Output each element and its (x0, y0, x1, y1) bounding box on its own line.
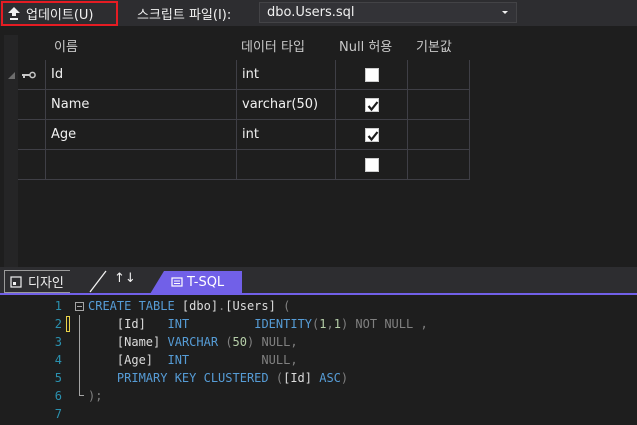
update-arrow-icon (8, 6, 20, 21)
allow-null-checkbox[interactable] (364, 157, 379, 172)
table-row[interactable]: Age int (0, 120, 470, 150)
allow-null-checkbox[interactable] (364, 67, 379, 82)
script-file-label: 스크립트 파일(I): (137, 8, 232, 23)
column-header-type[interactable]: 데이터 타입 (237, 32, 336, 58)
design-view-icon (10, 275, 22, 288)
column-header-name[interactable]: 이름 (46, 32, 237, 58)
designer-toolbar: 업데이트(U) 스크립트 파일(I): dbo.Users.sql (0, 0, 637, 26)
code-line: 1 CREATE TABLE [dbo].[Users] ( (0, 297, 637, 315)
columns-grid: 이름 데이터 타입 Null 허용 기본값 Id int Name varcha… (0, 27, 637, 271)
row-header[interactable] (18, 150, 46, 180)
row-header[interactable] (18, 60, 46, 90)
line-number: 5 (54, 371, 62, 385)
cell-data-type[interactable]: int (237, 60, 336, 90)
line-number: 4 (54, 353, 62, 367)
column-header-allow-null[interactable]: Null 허용 (336, 32, 408, 58)
change-marker (66, 316, 70, 332)
code-line: 2 [Id] INT IDENTITY(1,1) NOT NULL , (0, 315, 637, 333)
primary-key-icon (22, 71, 36, 78)
update-button[interactable]: 업데이트(U) (1, 1, 118, 26)
code-text: CREATE TABLE [dbo].[Users] ( (88, 299, 291, 313)
column-header-default[interactable]: 기본값 (408, 32, 470, 58)
swap-panes-button[interactable]: ↑↓ (114, 271, 136, 286)
fold-guide (79, 315, 80, 333)
line-number: 3 (54, 335, 62, 349)
table-row[interactable]: Name varchar(50) (0, 90, 470, 120)
row-header[interactable] (18, 90, 46, 120)
cell-default[interactable] (408, 90, 470, 120)
grid-header-row: 이름 데이터 타입 Null 허용 기본값 (0, 32, 466, 58)
cell-default[interactable] (408, 150, 470, 180)
code-text: [Id] INT IDENTITY(1,1) NOT NULL , (116, 317, 428, 331)
script-file-value: dbo.Users.sql (267, 5, 355, 20)
cell-column-name[interactable]: Name (46, 90, 237, 120)
view-tabs-bar: 디자인 ↑↓ T-SQL (0, 267, 637, 295)
fold-end-guide (79, 387, 84, 396)
table-row-new[interactable] (0, 150, 470, 180)
cell-data-type[interactable]: int (237, 120, 336, 150)
chevron-down-icon (502, 11, 508, 14)
cell-data-type[interactable] (237, 150, 336, 180)
cell-column-name[interactable]: Age (46, 120, 237, 150)
tab-design[interactable]: 디자인 (4, 270, 70, 293)
tsql-editor[interactable]: 1 CREATE TABLE [dbo].[Users] ( 2 [Id] IN… (0, 295, 637, 425)
tab-tsql[interactable]: T-SQL (150, 271, 242, 294)
cell-allow-null[interactable] (336, 120, 408, 150)
row-header[interactable] (18, 120, 46, 150)
cell-allow-null[interactable] (336, 90, 408, 120)
tsql-script-icon (171, 277, 183, 287)
code-text: [Age] INT NULL, (116, 353, 298, 367)
tab-tsql-label: T-SQL (187, 275, 225, 290)
cell-allow-null[interactable] (336, 60, 408, 90)
fold-guide (79, 369, 80, 387)
table-row[interactable]: Id int (0, 60, 470, 90)
code-line: 7 (0, 405, 637, 423)
allow-null-checkbox[interactable] (364, 127, 379, 142)
code-line: 3 [Name] VARCHAR (50) NULL, (0, 333, 637, 351)
line-number: 1 (54, 299, 62, 313)
checkmark-icon (367, 130, 378, 141)
code-line: 5 PRIMARY KEY CLUSTERED ([Id] ASC) (0, 369, 637, 387)
code-text: PRIMARY KEY CLUSTERED ([Id] ASC) (116, 371, 349, 385)
cell-default[interactable] (408, 60, 470, 90)
allow-null-checkbox[interactable] (364, 97, 379, 112)
code-text: ); (88, 389, 103, 403)
update-button-label: 업데이트(U) (26, 8, 94, 23)
cell-data-type[interactable]: varchar(50) (237, 90, 336, 120)
cell-column-name[interactable]: Id (46, 60, 237, 90)
cell-column-name[interactable] (46, 150, 237, 180)
line-number: 7 (54, 407, 62, 421)
line-number: 6 (54, 389, 62, 403)
fold-guide (79, 333, 80, 351)
script-file-dropdown[interactable]: dbo.Users.sql (259, 2, 517, 23)
fold-guide (79, 351, 80, 369)
code-line: 4 [Age] INT NULL, (0, 351, 637, 369)
fold-collapse-icon[interactable] (75, 301, 84, 311)
code-line: 6 ); (0, 387, 637, 405)
tab-design-label: 디자인 (28, 276, 64, 291)
cell-default[interactable] (408, 120, 470, 150)
checkmark-icon (367, 100, 378, 111)
cell-allow-null[interactable] (336, 150, 408, 180)
line-number: 2 (54, 317, 62, 331)
tab-divider (89, 270, 107, 293)
code-text: [Name] VARCHAR (50) NULL, (116, 335, 298, 349)
